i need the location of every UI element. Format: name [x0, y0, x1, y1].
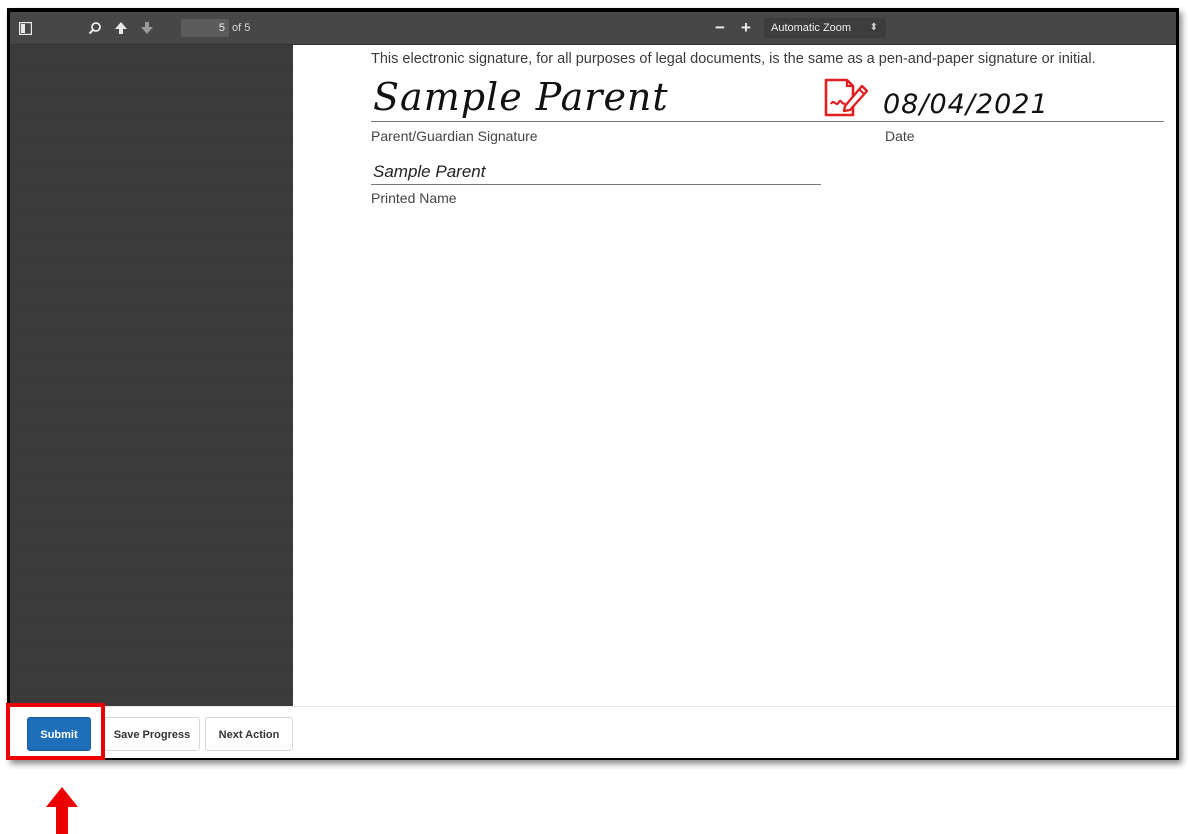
esignature-disclaimer: This electronic signature, for all purpo… [371, 51, 1096, 67]
date-value: 08/04/2021 [883, 89, 1049, 120]
page-count: of 5 [232, 22, 251, 34]
highlight-annotation [6, 703, 105, 760]
date-label: Date [885, 128, 915, 144]
zoom-in-button[interactable]: + [741, 12, 751, 44]
chevron-updown-icon: ⬍ [869, 22, 878, 33]
arrow-down-icon[interactable] [140, 12, 154, 44]
signature-pen-icon [823, 78, 869, 118]
printed-name-value: Sample Parent [373, 162, 486, 181]
document-page: This electronic signature, for all purpo… [293, 45, 1176, 706]
printed-name-label: Printed Name [371, 190, 457, 206]
next-action-button[interactable]: Next Action [205, 717, 293, 751]
sidebar-toggle-icon[interactable] [18, 12, 33, 44]
form-action-bar: Submit Save Progress Next Action [10, 706, 1176, 758]
arrow-up-icon[interactable] [114, 12, 128, 44]
pdf-toolbar: 5 of 5 − + Automatic Zoom ⬍ [10, 12, 1176, 45]
zoom-out-button[interactable]: − [715, 12, 725, 44]
printed-name-line [371, 184, 821, 185]
signature-line [371, 121, 1164, 122]
zoom-select[interactable]: Automatic Zoom ⬍ [764, 18, 886, 38]
page-number-input[interactable]: 5 [181, 19, 229, 37]
save-progress-button[interactable]: Save Progress [104, 717, 200, 751]
signature-value: Sample Parent [373, 75, 669, 119]
search-icon[interactable] [88, 12, 102, 44]
signature-label: Parent/Guardian Signature [371, 128, 538, 144]
red-arrow-annotation [46, 787, 78, 834]
thumbnail-sidebar [10, 45, 293, 706]
zoom-select-value: Automatic Zoom [771, 22, 852, 34]
